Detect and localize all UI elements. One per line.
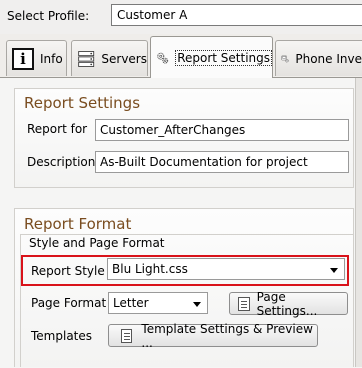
page-settings-label: Page Settings... xyxy=(256,289,318,318)
profile-bar: Select Profile: Customer A xyxy=(0,0,362,34)
tab-servers[interactable]: Servers xyxy=(71,40,148,76)
tab-report-settings[interactable]: Report Settings xyxy=(150,36,273,78)
page-settings-button[interactable]: Page Settings... xyxy=(229,289,348,318)
profile-label: Select Profile: xyxy=(7,9,90,23)
report-settings-title: Report Settings xyxy=(24,94,141,112)
report-for-field[interactable]: Customer_AfterChanges xyxy=(95,119,349,141)
tab-report-settings-label: Report Settings xyxy=(175,49,272,66)
report-format-title: Report Format xyxy=(24,215,132,233)
chevron-down-icon xyxy=(330,268,338,273)
page-format-label: Page Format xyxy=(31,296,107,310)
page-icon xyxy=(238,296,250,311)
tab-servers-label: Servers xyxy=(101,51,147,66)
tab-info[interactable]: i Info xyxy=(6,40,67,76)
report-style-label: Report Style xyxy=(31,264,105,278)
tab-phone-inventory[interactable]: Phone Inve xyxy=(275,40,362,76)
report-for-label: Report for xyxy=(27,122,88,136)
description-field[interactable]: As-Built Documentation for project xyxy=(95,151,349,173)
templates-label: Templates xyxy=(31,329,93,343)
page-format-value: Letter xyxy=(113,296,149,310)
info-icon: i xyxy=(12,47,34,70)
report-style-value: Blu Light.css xyxy=(112,262,188,276)
description-label: Description xyxy=(27,155,96,169)
profile-input[interactable]: Customer A xyxy=(111,4,362,26)
template-settings-button[interactable]: Template Settings & Preview ... xyxy=(108,321,318,350)
template-settings-label: Template Settings & Preview ... xyxy=(141,321,313,350)
gears-icon xyxy=(157,52,169,64)
chevron-down-icon xyxy=(193,302,201,307)
phone-gears-icon xyxy=(281,55,289,62)
tab-strip: i Info Servers Report Settings Phone Inv… xyxy=(0,34,362,78)
report-style-dropdown[interactable]: Blu Light.css xyxy=(107,258,345,280)
tab-phone-inventory-label: Phone Inve xyxy=(295,51,362,66)
style-page-format-title: Style and Page Format xyxy=(29,236,165,250)
panel-edge xyxy=(355,78,362,367)
template-icon xyxy=(121,328,133,343)
servers-icon xyxy=(78,50,95,67)
page-format-dropdown[interactable]: Letter xyxy=(108,292,208,314)
tab-info-label: Info xyxy=(40,51,63,66)
